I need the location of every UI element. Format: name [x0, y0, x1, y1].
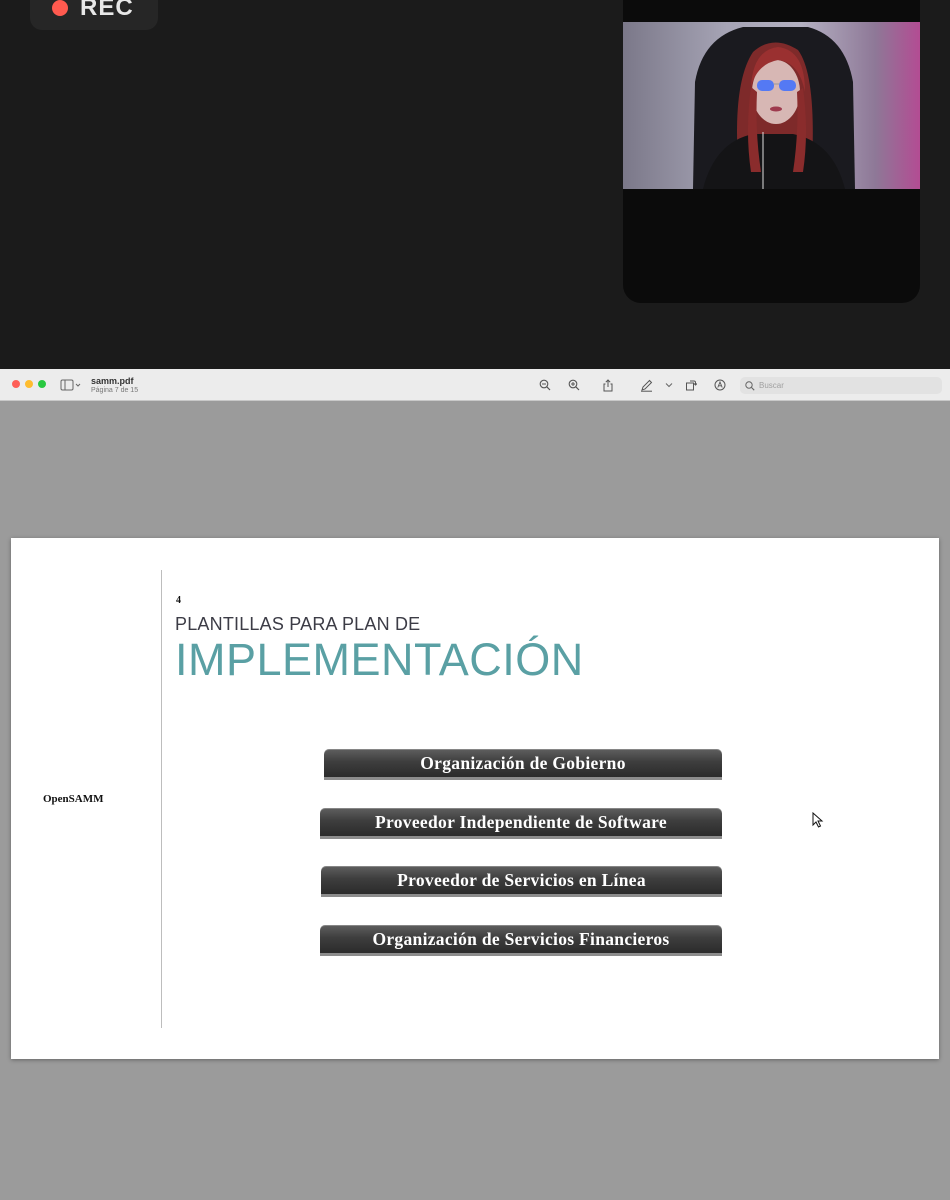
template-button-servicios-financieros[interactable]: Organización de Servicios Financieros — [320, 925, 722, 956]
rotate-button[interactable] — [683, 377, 699, 393]
search-field[interactable] — [740, 377, 942, 394]
zoom-in-icon — [568, 379, 580, 391]
sidebar-icon — [60, 379, 81, 391]
template-button-proveedor-software[interactable]: Proveedor Independiente de Software — [320, 808, 722, 839]
search-icon — [745, 380, 755, 391]
viewer-titlebar: samm.pdf Página 7 de 15 — [0, 369, 950, 401]
template-button-gobierno[interactable]: Organización de Gobierno — [324, 749, 722, 780]
page-indicator: Página 7 de 15 — [91, 387, 139, 394]
zoom-in-button[interactable] — [566, 377, 582, 393]
chevron-down-icon — [665, 383, 673, 388]
share-icon — [603, 378, 613, 391]
vertical-divider — [161, 570, 162, 1028]
slide-heading-small: PLANTILLAS PARA PLAN DE — [175, 614, 421, 634]
slide-page-number: 4 — [176, 595, 181, 606]
participant-video-frame — [693, 27, 855, 189]
fullscreen-window-button[interactable] — [38, 380, 46, 388]
sidebar-toggle-button[interactable] — [60, 378, 82, 392]
sidebar-brand-label: OpenSAMM — [43, 793, 104, 805]
recording-label: REC — [80, 0, 134, 21]
markup-options-button[interactable] — [661, 377, 677, 393]
search-input[interactable] — [759, 381, 939, 390]
pdf-viewer-window: samm.pdf Página 7 de 15 Buscar OpenSAMM … — [0, 369, 950, 1200]
close-window-button[interactable] — [12, 380, 20, 388]
minimize-window-button[interactable] — [25, 380, 33, 388]
record-dot-icon — [52, 0, 68, 16]
annotate-icon — [714, 379, 726, 391]
participant-video — [623, 22, 920, 189]
participant-video-tile[interactable] — [623, 0, 920, 303]
recording-indicator: REC — [30, 0, 158, 30]
mouse-pointer-icon — [812, 812, 824, 828]
zoom-out-button[interactable] — [537, 377, 553, 393]
markup-pen-icon — [640, 379, 652, 392]
markup-button[interactable] — [638, 377, 654, 393]
meeting-area: REC — [0, 0, 950, 369]
zoom-out-icon — [539, 379, 551, 391]
slide-heading-large: IMPLEMENTACIÓN — [175, 634, 584, 685]
annotate-button[interactable] — [712, 377, 728, 393]
pdf-page: OpenSAMM 4 PLANTILLAS PARA PLAN DE IMPLE… — [11, 538, 939, 1059]
rotate-icon — [686, 380, 697, 391]
document-title: samm.pdf — [91, 376, 134, 386]
template-button-servicios-linea[interactable]: Proveedor de Servicios en Línea — [321, 866, 722, 897]
share-button[interactable] — [600, 377, 616, 393]
